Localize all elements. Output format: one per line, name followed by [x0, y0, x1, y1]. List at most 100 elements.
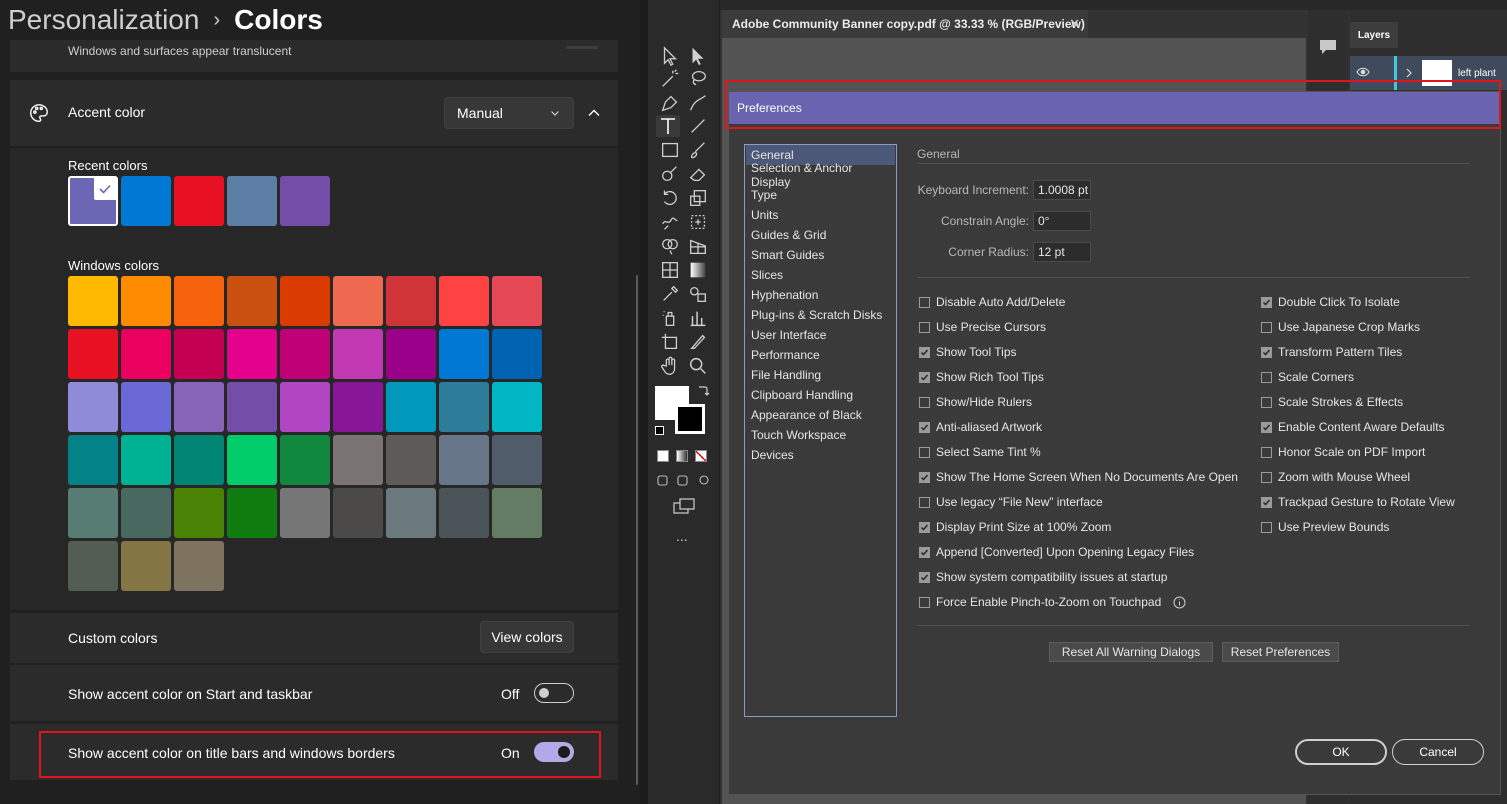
windows-color-swatch[interactable]: [121, 329, 171, 379]
windows-color-swatch[interactable]: [68, 435, 118, 485]
windows-color-swatch[interactable]: [280, 488, 330, 538]
windows-color-swatch[interactable]: [439, 329, 489, 379]
checkbox-unchecked[interactable]: [1261, 371, 1272, 383]
preference-checkbox[interactable]: Transform Pattern Tiles: [1261, 345, 1402, 359]
eyedropper-tool-icon[interactable]: [658, 283, 682, 305]
checkbox-unchecked[interactable]: [919, 296, 930, 308]
windows-color-swatch[interactable]: [227, 276, 277, 326]
preference-checkbox[interactable]: Honor Scale on PDF Import: [1261, 445, 1425, 459]
preference-checkbox[interactable]: Use Japanese Crop Marks: [1261, 320, 1420, 334]
column-graph-tool-icon[interactable]: [686, 307, 710, 329]
rotate-tool-icon[interactable]: [658, 187, 682, 209]
checkbox-checked[interactable]: [919, 371, 930, 383]
windows-color-swatch[interactable]: [386, 382, 436, 432]
scale-tool-icon[interactable]: [686, 187, 710, 209]
preference-checkbox[interactable]: Use Preview Bounds: [1261, 520, 1389, 534]
recent-color-swatch[interactable]: [280, 176, 330, 226]
windows-color-swatch[interactable]: [492, 329, 542, 379]
checkbox-checked[interactable]: [919, 421, 930, 433]
info-icon[interactable]: [1173, 596, 1186, 609]
field-input[interactable]: 1.0008 pt: [1033, 180, 1091, 200]
windows-color-swatch[interactable]: [439, 435, 489, 485]
type-tool-selected[interactable]: [656, 115, 680, 137]
windows-color-swatch[interactable]: [333, 435, 383, 485]
warp-tool-icon[interactable]: [658, 211, 682, 233]
checkbox-checked[interactable]: [919, 521, 930, 533]
close-icon[interactable]: ✕: [1069, 16, 1080, 32]
preference-checkbox[interactable]: Show/Hide Rulers: [919, 395, 1032, 409]
checkbox-checked[interactable]: [919, 546, 930, 558]
windows-color-swatch[interactable]: [492, 488, 542, 538]
windows-color-swatch[interactable]: [280, 382, 330, 432]
preference-checkbox[interactable]: Show system compatibility issues at star…: [919, 570, 1167, 584]
layer-name[interactable]: left plant: [1458, 68, 1496, 79]
cancel-button[interactable]: Cancel: [1392, 739, 1484, 765]
checkbox-unchecked[interactable]: [919, 596, 930, 608]
knife-tool-icon[interactable]: [686, 331, 710, 353]
windows-color-swatch[interactable]: [68, 329, 118, 379]
preferences-category-item[interactable]: File Handling: [746, 365, 895, 385]
preference-checkbox[interactable]: Append [Converted] Upon Opening Legacy F…: [919, 545, 1194, 559]
windows-color-swatch[interactable]: [386, 276, 436, 326]
mesh-tool-icon[interactable]: [658, 259, 682, 281]
windows-color-swatch[interactable]: [492, 382, 542, 432]
layers-tab[interactable]: Layers: [1350, 22, 1398, 48]
field-input[interactable]: 0°: [1033, 211, 1091, 231]
windows-color-swatch[interactable]: [386, 435, 436, 485]
color-mode-icon[interactable]: [657, 450, 669, 462]
symbol-sprayer-tool-icon[interactable]: [658, 307, 682, 329]
preferences-category-item[interactable]: User Interface: [746, 325, 895, 345]
preferences-category-item[interactable]: Plug-ins & Scratch Disks: [746, 305, 895, 325]
view-colors-button[interactable]: View colors: [480, 621, 574, 653]
reset-preferences-button[interactable]: Reset Preferences: [1222, 642, 1339, 662]
preference-checkbox[interactable]: Zoom with Mouse Wheel: [1261, 470, 1410, 484]
zoom-tool-icon[interactable]: [686, 355, 710, 377]
windows-color-swatch[interactable]: [174, 382, 224, 432]
windows-color-swatch[interactable]: [439, 382, 489, 432]
windows-color-swatch[interactable]: [174, 329, 224, 379]
checkbox-checked[interactable]: [1261, 296, 1272, 308]
reset-warning-dialogs-button[interactable]: Reset All Warning Dialogs: [1049, 642, 1213, 662]
checkbox-checked[interactable]: [1261, 496, 1272, 508]
checkbox-unchecked[interactable]: [1261, 321, 1272, 333]
preference-checkbox[interactable]: Use Precise Cursors: [919, 320, 1046, 334]
windows-color-swatch[interactable]: [439, 488, 489, 538]
gradient-mode-icon[interactable]: [676, 450, 688, 462]
checkbox-unchecked[interactable]: [919, 321, 930, 333]
preferences-category-item[interactable]: Performance: [746, 345, 895, 365]
draw-modes-icon[interactable]: [656, 473, 712, 487]
artboard-tool-icon[interactable]: [658, 331, 682, 353]
windows-color-swatch[interactable]: [121, 276, 171, 326]
preference-checkbox[interactable]: Anti-aliased Artwork: [919, 420, 1042, 434]
preference-checkbox[interactable]: Trackpad Gesture to Rotate View: [1261, 495, 1455, 509]
pen-tool-icon[interactable]: [658, 92, 682, 114]
transparency-toggle[interactable]: [566, 46, 598, 49]
ok-button[interactable]: OK: [1295, 739, 1387, 765]
blend-tool-icon[interactable]: [686, 283, 710, 305]
gradient-tool-icon[interactable]: [686, 259, 710, 281]
recent-color-swatch[interactable]: [174, 176, 224, 226]
windows-color-swatch[interactable]: [174, 541, 224, 591]
preferences-category-item[interactable]: Hyphenation: [746, 285, 895, 305]
none-mode-icon[interactable]: [695, 450, 707, 462]
checkbox-unchecked[interactable]: [1261, 446, 1272, 458]
preferences-category-item[interactable]: Slices: [746, 265, 895, 285]
visibility-eye-icon[interactable]: [1356, 67, 1370, 77]
preference-checkbox[interactable]: Enable Content Aware Defaults: [1261, 420, 1445, 434]
breadcrumb-parent[interactable]: Personalization: [8, 4, 199, 36]
preference-checkbox[interactable]: Show Tool Tips: [919, 345, 1017, 359]
checkbox-checked[interactable]: [1261, 346, 1272, 358]
preferences-category-item[interactable]: Clipboard Handling: [746, 385, 895, 405]
paintbrush-tool-icon[interactable]: [686, 139, 710, 161]
preference-checkbox[interactable]: Use legacy “File New” interface: [919, 495, 1103, 509]
checkbox-unchecked[interactable]: [919, 496, 930, 508]
windows-color-swatch[interactable]: [386, 488, 436, 538]
preferences-category-item[interactable]: Guides & Grid: [746, 225, 895, 245]
default-colors-icon[interactable]: [655, 426, 664, 435]
preferences-category-item[interactable]: Devices: [746, 445, 895, 465]
preference-checkbox[interactable]: Display Print Size at 100% Zoom: [919, 520, 1111, 534]
screen-mode-icon[interactable]: [672, 497, 696, 515]
curvature-tool-icon[interactable]: [686, 92, 710, 114]
chevron-right-icon[interactable]: [1404, 67, 1414, 79]
recent-color-swatch[interactable]: [68, 176, 118, 226]
